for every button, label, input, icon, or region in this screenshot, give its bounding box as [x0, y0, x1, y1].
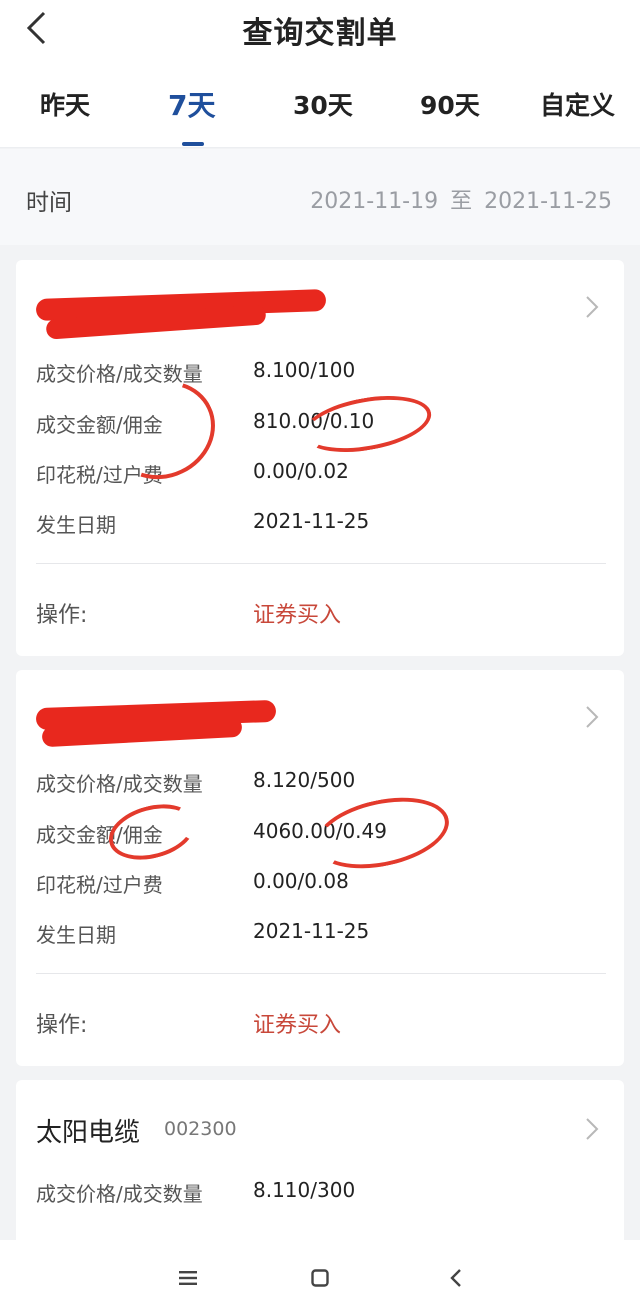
time-range[interactable]: 2021-11-19 至 2021-11-25 — [310, 183, 612, 215]
trade-card[interactable]: 成交价格/成交数量 8.100/100 成交金额/佣金 810.00/0.10 … — [16, 260, 624, 656]
stock-header-redacted — [35, 288, 596, 340]
active-tab-indicator — [182, 142, 204, 146]
stock-code: 002300 — [164, 1118, 237, 1140]
tab-90-days[interactable]: 90天 — [420, 86, 480, 122]
divider — [36, 563, 606, 564]
end-date: 2021-11-25 — [484, 189, 612, 214]
price-qty-row: 成交价格/成交数量 8.110/300 — [36, 1178, 606, 1208]
trade-card[interactable]: 太阳电缆 002300 成交价格/成交数量 8.110/300 — [16, 1080, 624, 1240]
date-row: 发生日期 2021-11-25 — [36, 919, 606, 949]
amount-commission-value: 4060.00/0.49 — [253, 819, 387, 843]
tab-yesterday[interactable]: 昨天 — [40, 86, 90, 122]
stamp-transfer-row: 印花税/过户费 0.00/0.02 — [36, 459, 606, 489]
period-tabs: 昨天 7天 30天 90天 自定义 — [0, 56, 640, 148]
system-back-button[interactable] — [436, 1260, 476, 1296]
stamp-transfer-label: 印花税/过户费 — [36, 873, 163, 897]
top-bar: 查询交割单 — [0, 0, 640, 56]
price-qty-row: 成交价格/成交数量 8.120/500 — [36, 768, 606, 798]
system-nav-bar — [0, 1240, 640, 1316]
operation-row: 操作: 证券买入 — [36, 1007, 606, 1041]
amount-commission-value: 810.00/0.10 — [253, 409, 375, 433]
stamp-transfer-value: 0.00/0.08 — [253, 869, 349, 893]
home-square-icon — [311, 1269, 329, 1287]
tab-7-days[interactable]: 7天 — [168, 84, 215, 124]
stamp-transfer-value: 0.00/0.02 — [253, 459, 349, 483]
time-label: 时间 — [26, 190, 72, 216]
operation-row: 操作: 证券买入 — [36, 597, 606, 631]
stamp-transfer-row: 印花税/过户费 0.00/0.08 — [36, 869, 606, 899]
start-date: 2021-11-19 — [310, 189, 439, 214]
home-button[interactable] — [300, 1260, 340, 1296]
date-value: 2021-11-25 — [253, 509, 370, 533]
tab-custom[interactable]: 自定义 — [540, 86, 615, 122]
date-row: 发生日期 2021-11-25 — [36, 509, 606, 539]
operation-value: 证券买入 — [253, 603, 342, 628]
page-title: 查询交割单 — [242, 16, 398, 51]
amount-commission-row: 成交金额/佣金 810.00/0.10 — [36, 409, 606, 439]
stock-header-redacted — [35, 698, 596, 748]
date-label: 发生日期 — [36, 513, 116, 537]
price-qty-label: 成交价格/成交数量 — [36, 1182, 203, 1206]
date-value: 2021-11-25 — [253, 919, 370, 943]
divider — [36, 973, 606, 974]
date-label: 发生日期 — [36, 923, 116, 947]
amount-commission-row: 成交金额/佣金 4060.00/0.49 — [36, 819, 606, 849]
operation-label: 操作: — [36, 603, 88, 628]
amount-commission-label: 成交金额/佣金 — [36, 413, 163, 437]
back-triangle-icon — [450, 1269, 461, 1287]
trade-card[interactable]: 成交价格/成交数量 8.120/500 成交金额/佣金 4060.00/0.49… — [16, 670, 624, 1066]
menu-icon — [179, 1271, 197, 1285]
chevron-right-icon — [586, 706, 599, 728]
time-filter-row[interactable]: 时间 2021-11-19 至 2021-11-25 — [0, 149, 640, 245]
operation-value: 证券买入 — [253, 1013, 342, 1038]
price-qty-label: 成交价格/成交数量 — [36, 362, 203, 386]
menu-button[interactable] — [168, 1260, 208, 1296]
stock-name: 太阳电缆 — [36, 1118, 141, 1148]
price-qty-value: 8.110/300 — [253, 1178, 356, 1202]
chevron-right-icon — [586, 296, 599, 318]
price-qty-row: 成交价格/成交数量 8.100/100 — [36, 358, 606, 388]
price-qty-label: 成交价格/成交数量 — [36, 772, 203, 796]
stamp-transfer-label: 印花税/过户费 — [36, 463, 163, 487]
price-qty-value: 8.120/500 — [253, 768, 356, 792]
price-qty-value: 8.100/100 — [253, 358, 356, 382]
operation-label: 操作: — [36, 1013, 88, 1038]
tab-30-days[interactable]: 30天 — [293, 86, 353, 122]
amount-commission-label: 成交金额/佣金 — [36, 823, 163, 847]
range-separator: 至 — [450, 189, 473, 214]
chevron-right-icon — [586, 1118, 599, 1140]
